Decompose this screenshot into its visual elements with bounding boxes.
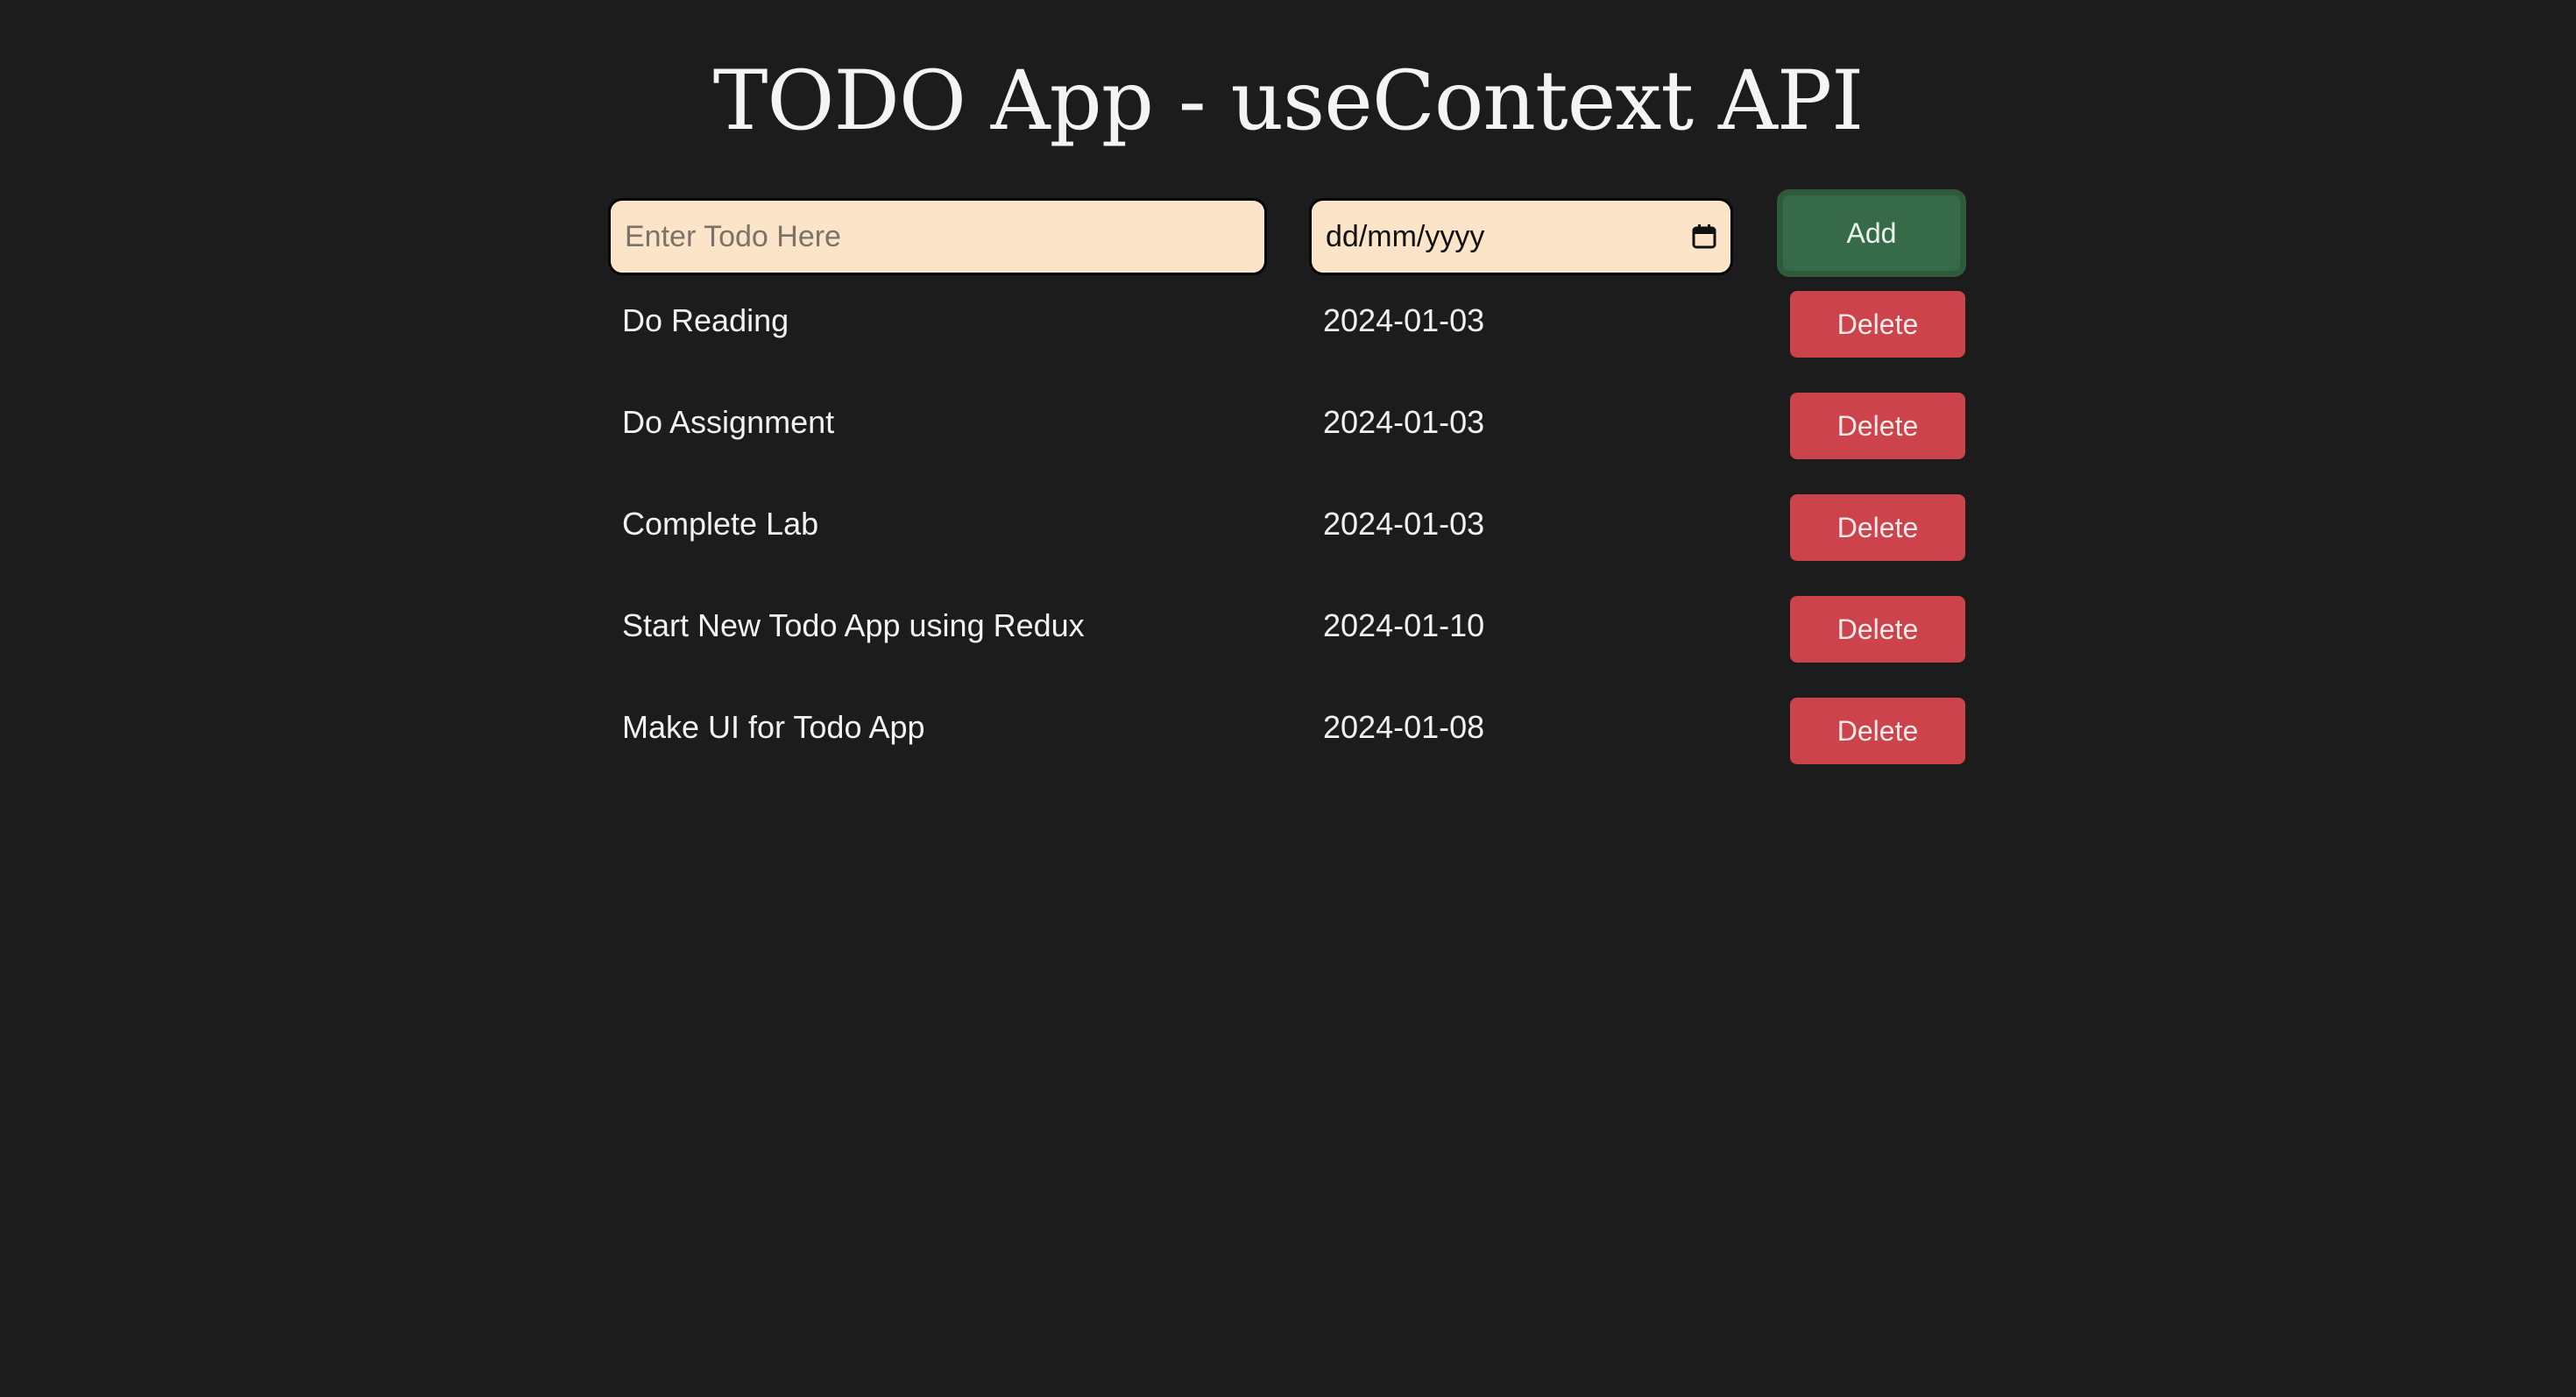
delete-button[interactable]: Delete [1790,596,1965,663]
todo-list: Do Reading 2024-01-03 Delete Do Assignme… [0,280,2576,789]
date-input-placeholder: dd/mm/yyyy [1326,219,1485,253]
todo-name: Start New Todo App using Redux [622,607,1085,643]
delete-button[interactable]: Delete [1790,494,1965,561]
todo-name: Make UI for Todo App [622,709,925,745]
todo-row: Start New Todo App using Redux 2024-01-1… [0,585,2576,687]
add-button[interactable]: Add [1777,189,1966,277]
todo-date: 2024-01-10 [1323,607,1485,643]
date-input[interactable]: dd/mm/yyyy [1309,198,1733,275]
todo-date: 2024-01-03 [1323,302,1485,338]
todo-app: TODO App - useContext API Enter Todo Her… [0,0,2576,1397]
todo-date: 2024-01-08 [1323,709,1485,745]
calendar-icon[interactable] [1692,224,1716,249]
todo-input[interactable]: Enter Todo Here [608,198,1267,275]
todo-row: Make UI for Todo App 2024-01-08 Delete [0,687,2576,789]
todo-row: Do Reading 2024-01-03 Delete [0,280,2576,382]
todo-input-placeholder: Enter Todo Here [625,219,841,253]
todo-date: 2024-01-03 [1323,404,1485,440]
delete-button[interactable]: Delete [1790,698,1965,764]
add-todo-form: Enter Todo Here dd/mm/yyyy Add [0,189,2576,277]
todo-row: Do Assignment 2024-01-03 Delete [0,382,2576,484]
todo-date: 2024-01-03 [1323,506,1485,542]
page-title: TODO App - useContext API [712,53,1865,149]
todo-row: Complete Lab 2024-01-03 Delete [0,484,2576,585]
delete-button[interactable]: Delete [1790,291,1965,358]
todo-name: Complete Lab [622,506,819,542]
todo-name: Do Assignment [622,404,835,440]
todo-name: Do Reading [622,302,789,338]
delete-button[interactable]: Delete [1790,393,1965,459]
